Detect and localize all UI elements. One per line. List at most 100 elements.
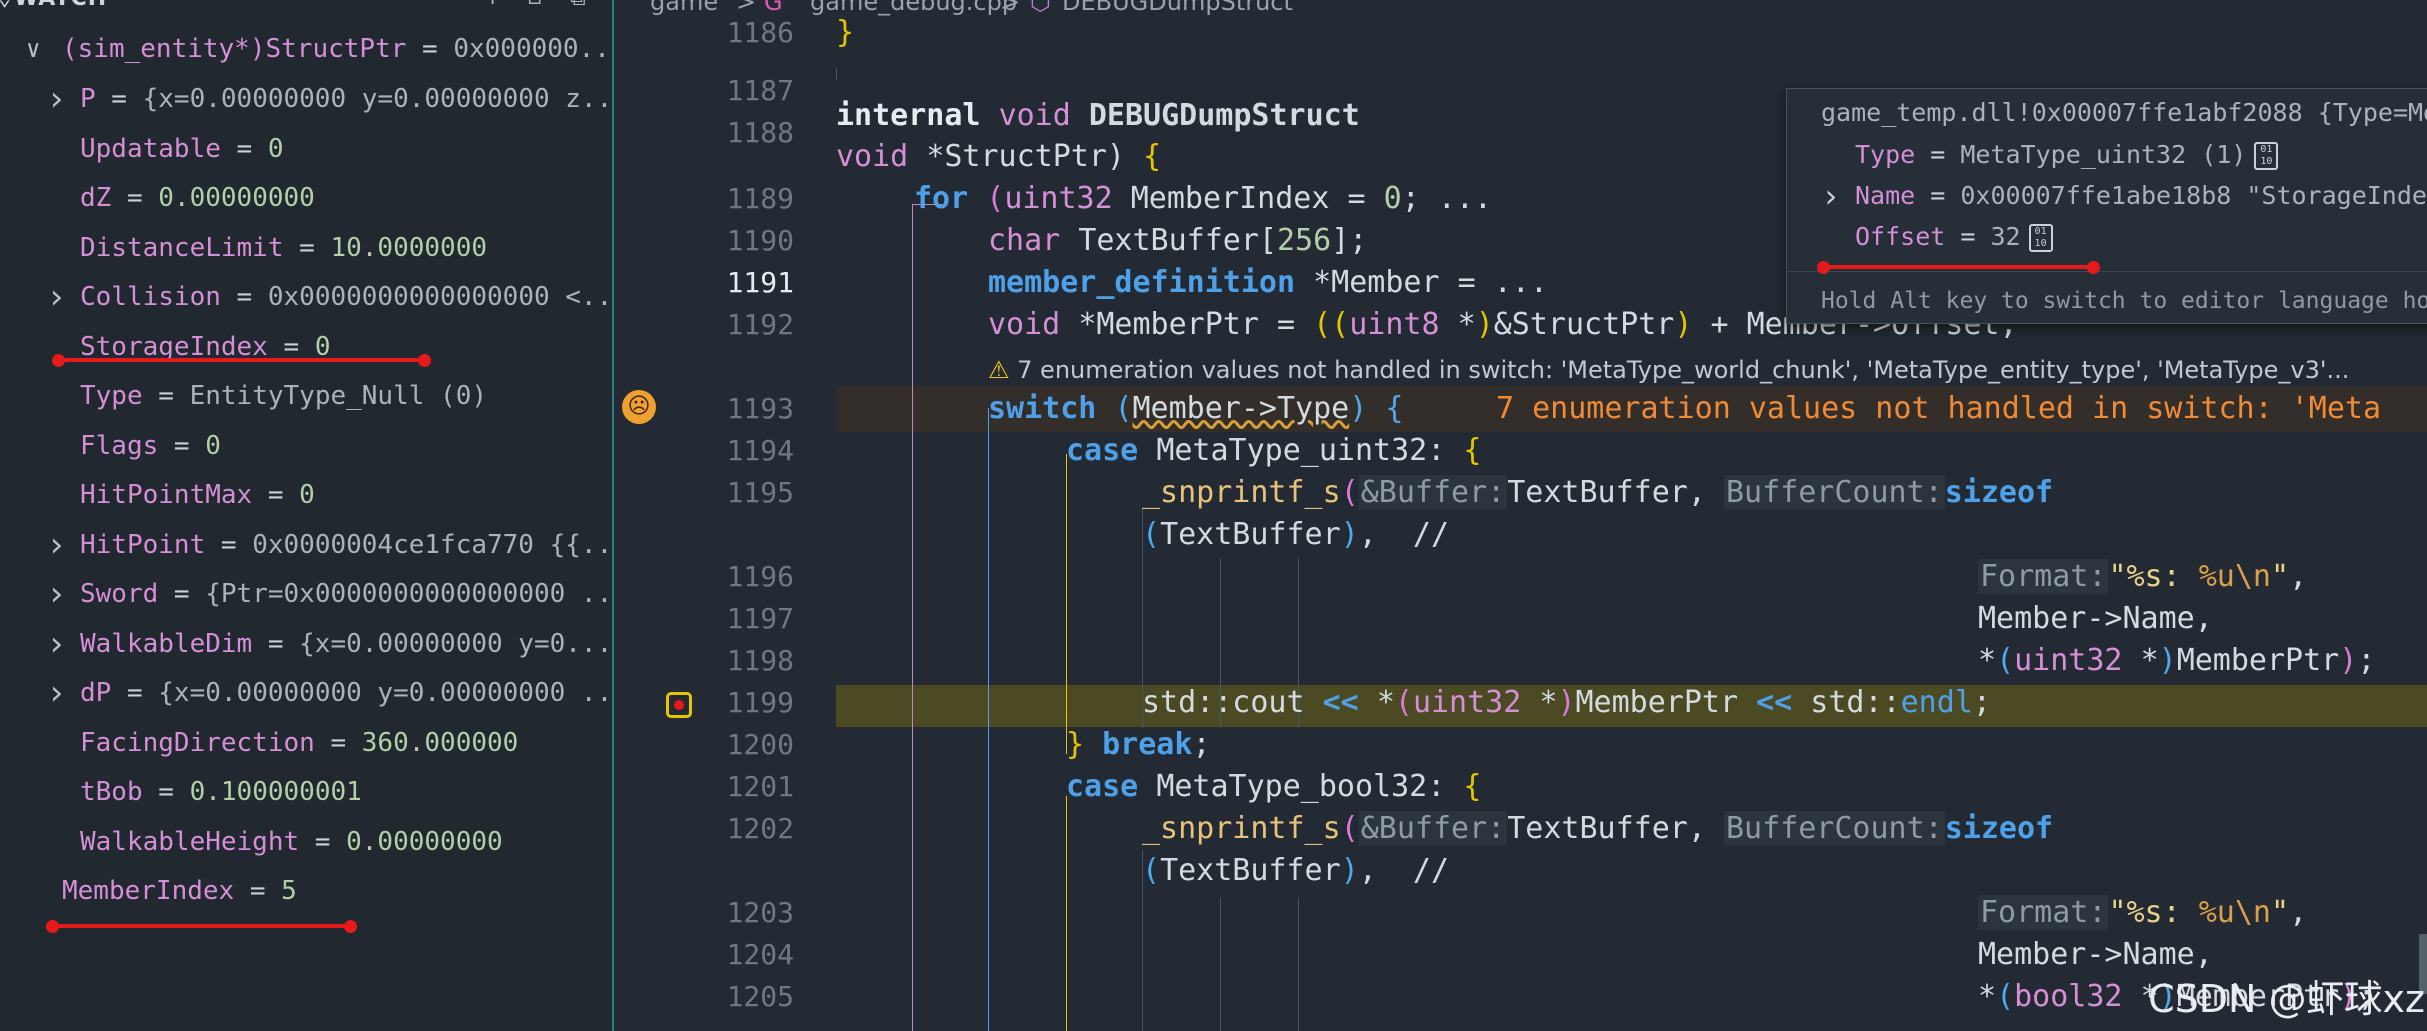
watch-item-value: 0.100000001 bbox=[189, 777, 362, 807]
chevron-right-icon[interactable]: › bbox=[46, 76, 66, 122]
hover-hint: Hold Alt key to switch to editor languag… bbox=[1821, 288, 2427, 314]
watch-item-row[interactable]: › dP = {x=0.00000000 y=0.00000000 ... bbox=[0, 670, 612, 716]
breadcrumb: game > G game_debug.cpp > ⬡ DEBUGDumpStr… bbox=[614, 0, 2427, 18]
debug-hover-popup[interactable]: game_temp.dll!0x00007ffe1abf2088 {Type=M… bbox=[1786, 88, 2427, 324]
watch-item-row[interactable]: HitPointMax = 0 bbox=[0, 472, 612, 518]
code-line: } bbox=[836, 18, 855, 50]
watch-item-value: {x=0.00000000 y=0.00000000 ... bbox=[158, 678, 612, 708]
line-number: 1190 bbox=[726, 224, 794, 257]
hover-row[interactable]: Type = MetaType_uint32 (1) 01 10 bbox=[1821, 135, 2279, 175]
chevron-right-icon[interactable]: › bbox=[46, 522, 66, 568]
hover-row-name: Offset bbox=[1855, 222, 1946, 251]
watch-item-row[interactable]: › Sword = {Ptr=0x0000000000000000 ... bbox=[0, 571, 612, 617]
add-expression-icon[interactable]: + bbox=[486, 0, 512, 12]
view-binary-icon[interactable]: 01 10 bbox=[2028, 224, 2053, 252]
watch-header: ⌄ WATCH + ⊟ ⧉ bbox=[0, 0, 612, 18]
watch-member-index-row[interactable]: MemberIndex = 5 bbox=[0, 868, 612, 914]
code-line: switch (Member->Type) { bbox=[988, 391, 1404, 426]
code-line: (TextBuffer), // bbox=[1142, 853, 1450, 888]
watch-title: WATCH bbox=[14, 0, 107, 11]
line-number: 1202 bbox=[726, 812, 794, 845]
function-symbol-icon: ⬡ bbox=[1030, 0, 1051, 16]
view-binary-icon[interactable]: 01 10 bbox=[2254, 142, 2279, 170]
hover-header: game_temp.dll!0x00007ffe1abf2088 {Type=M… bbox=[1821, 98, 2427, 127]
bracket-guide bbox=[912, 204, 913, 1031]
watch-item-value: EntityType_Null (0) bbox=[189, 381, 488, 411]
line-number: 1201 bbox=[726, 770, 794, 803]
watch-item-name: MemberIndex bbox=[62, 876, 235, 906]
watch-item-value: 0 bbox=[314, 331, 331, 362]
line-number: 1205 bbox=[726, 980, 794, 1013]
watch-item-row[interactable]: WalkableHeight = 0.00000000 bbox=[0, 819, 612, 865]
remove-all-icon[interactable]: ⧉ bbox=[570, 0, 596, 12]
watch-item-value: 360.000000 bbox=[361, 727, 519, 758]
chevron-right-icon[interactable]: › bbox=[46, 571, 66, 617]
sad-face-icon[interactable]: ☹ bbox=[622, 390, 656, 424]
chevron-down-icon[interactable]: ∨ bbox=[26, 26, 40, 72]
watch-item-value: {x=0.00000000 y=0.00000000 z... bbox=[142, 84, 612, 114]
annotation-underline bbox=[50, 924, 354, 928]
breadcrumb-symbol[interactable]: DEBUGDumpStruct bbox=[1062, 0, 1293, 16]
inlay-hint: BufferCount: bbox=[1724, 811, 1945, 846]
watch-root-row[interactable]: ∨ (sim_entity*)StructPtr = 0x000000... bbox=[0, 26, 612, 72]
breadcrumb-folder[interactable]: game bbox=[650, 0, 718, 16]
annotation-underline bbox=[56, 358, 428, 362]
cpp-file-icon: G bbox=[764, 0, 783, 16]
collapse-all-icon[interactable]: ⊟ bbox=[528, 0, 554, 12]
line-number: 1195 bbox=[726, 476, 794, 509]
chevron-right-icon[interactable]: › bbox=[46, 274, 66, 320]
watch-item-value: 0 bbox=[299, 480, 315, 510]
chevron-down-icon[interactable]: ⌄ bbox=[0, 0, 11, 11]
line-number: 1191 bbox=[726, 266, 794, 299]
warning-icon: ⚠ bbox=[988, 356, 1010, 384]
watch-item-row[interactable]: tBob = 0.100000001 bbox=[0, 769, 612, 815]
watch-panel: ⌄ WATCH + ⊟ ⧉ ∨ (sim_entity*)StructPtr =… bbox=[0, 0, 614, 1031]
line-number: 1204 bbox=[726, 938, 794, 971]
hover-row[interactable]: Offset = 32 01 10 bbox=[1821, 217, 2053, 257]
line-number: 1188 bbox=[726, 116, 794, 149]
breadcrumb-sep: > bbox=[1000, 0, 1021, 16]
watch-item-row[interactable]: FacingDirection = 360.000000 bbox=[0, 720, 612, 766]
watch-item-name: WalkableDim bbox=[80, 628, 253, 659]
watch-item-value: 5 bbox=[281, 876, 297, 906]
watch-item-name: Flags bbox=[80, 430, 159, 461]
indent-guide bbox=[836, 68, 837, 80]
watch-item-row[interactable]: Flags = 0 bbox=[0, 423, 612, 469]
watch-item-name: DistanceLimit bbox=[80, 232, 284, 263]
breadcrumb-file[interactable]: game_debug.cpp bbox=[810, 0, 1017, 16]
watch-item-name: dP bbox=[80, 678, 112, 708]
watch-item-row[interactable]: dZ = 0.00000000 bbox=[0, 175, 612, 221]
watch-item-row[interactable]: › P = {x=0.00000000 y=0.00000000 z... bbox=[0, 76, 612, 122]
chevron-right-icon[interactable]: › bbox=[46, 670, 66, 716]
breakpoint-icon[interactable] bbox=[666, 692, 692, 718]
inlay-hint: Format: bbox=[1978, 895, 2109, 930]
chevron-right-icon[interactable]: › bbox=[1821, 176, 1840, 216]
hover-row[interactable]: › Name = 0x00007ffe1abe18b8 "StorageIndex… bbox=[1821, 176, 2427, 216]
watch-item-row[interactable]: › Collision = 0x0000000000000000 <... bbox=[0, 274, 612, 320]
inlay-hint: BufferCount: bbox=[1724, 475, 1945, 510]
watch-item-row[interactable]: StorageIndex = 0 bbox=[0, 324, 612, 370]
watch-item-row[interactable]: › HitPoint = 0x0000004ce1fca770 {{... bbox=[0, 522, 612, 568]
watch-item-row[interactable]: Type = EntityType_Null (0) bbox=[0, 373, 612, 419]
chevron-right-icon[interactable]: › bbox=[46, 621, 66, 667]
divider bbox=[1787, 271, 2427, 272]
annotation-underline bbox=[1821, 265, 2097, 269]
code-line: _snprintf_s(&Buffer:TextBuffer, BufferCo… bbox=[1142, 475, 2054, 510]
code-editor[interactable]: 1186 1187 1188 1189 1190 1191 1192 1193 1194 1195… bbox=[614, 18, 2427, 1031]
diagnostic-banner[interactable]: ⚠ 7 enumeration values not handled in sw… bbox=[988, 352, 2349, 388]
watch-item-row[interactable]: › WalkableDim = {x=0.00000000 y=0.... bbox=[0, 621, 612, 667]
watch-item-name: Collision bbox=[80, 282, 221, 312]
bracket-guide bbox=[988, 408, 989, 1031]
watch-item-name: P bbox=[80, 84, 96, 114]
inline-error: 7 enumeration values not handled in swit… bbox=[1496, 391, 2382, 426]
code-line: internal void DEBUGDumpStruct bbox=[836, 98, 1360, 133]
line-number: 1192 bbox=[726, 308, 794, 341]
breadcrumb-sep: > bbox=[736, 0, 757, 16]
watch-item-row[interactable]: Updatable = 0 bbox=[0, 126, 612, 172]
watch-item-value: 0 bbox=[205, 430, 221, 461]
line-number: 1196 bbox=[726, 560, 794, 593]
watch-item-name: dZ bbox=[80, 183, 112, 213]
watermark: CSDN @虾球xz bbox=[2148, 977, 2425, 1021]
watch-item-row[interactable]: DistanceLimit = 10.0000000 bbox=[0, 225, 612, 271]
watch-item-name: Type bbox=[80, 381, 143, 411]
